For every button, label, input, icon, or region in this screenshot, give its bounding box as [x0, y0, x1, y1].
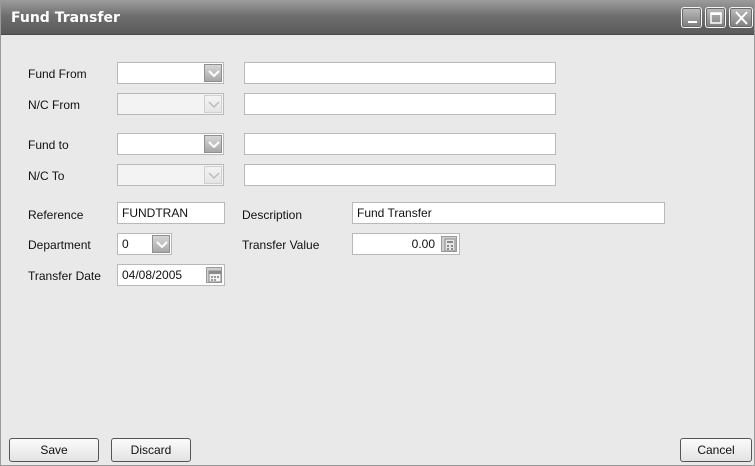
minimize-button[interactable]: [681, 7, 702, 28]
save-button[interactable]: Save: [9, 438, 99, 462]
description-label: Description: [242, 208, 303, 222]
transfer-date-field[interactable]: 04/08/2005: [117, 264, 225, 286]
chevron-down-icon: [208, 172, 220, 180]
nc-from-dropdown-button[interactable]: [204, 95, 222, 113]
title-bar[interactable]: Fund Transfer: [1, 1, 754, 35]
transfer-date-value: 04/08/2005: [122, 268, 183, 282]
reference-label: Reference: [28, 208, 84, 222]
calculator-icon: [444, 238, 456, 252]
close-icon: [735, 11, 748, 25]
discard-button[interactable]: Discard: [111, 438, 191, 462]
department-select[interactable]: 0: [117, 233, 172, 255]
minimize-icon: [688, 21, 697, 23]
reference-field[interactable]: FUNDTRAN: [117, 202, 225, 224]
fund-to-dropdown-button[interactable]: [204, 135, 222, 153]
fund-to-description-field[interactable]: [244, 133, 556, 155]
nc-to-label: N/C To: [28, 169, 65, 183]
nc-from-description-field[interactable]: [244, 93, 556, 115]
nc-to-dropdown-button[interactable]: [204, 166, 222, 184]
nc-to-description-field[interactable]: [244, 164, 556, 186]
fund-from-label: Fund From: [28, 67, 87, 81]
fund-from-dropdown-button[interactable]: [204, 64, 222, 82]
fund-from-select[interactable]: [117, 62, 224, 84]
fund-from-description-field[interactable]: [244, 62, 556, 84]
chevron-down-icon: [208, 141, 220, 149]
transfer-value-value: 0.00: [411, 237, 435, 251]
calendar-button[interactable]: [206, 267, 222, 283]
nc-to-select[interactable]: [117, 164, 224, 186]
close-button[interactable]: [729, 7, 753, 28]
chevron-down-icon: [208, 101, 220, 109]
nc-from-label: N/C From: [28, 98, 80, 112]
department-label: Department: [28, 238, 91, 252]
reference-value: FUNDTRAN: [122, 206, 188, 220]
calendar-icon: [208, 270, 222, 283]
description-field[interactable]: Fund Transfer: [352, 202, 665, 224]
transfer-value-label: Transfer Value: [242, 238, 320, 252]
cancel-button[interactable]: Cancel: [680, 438, 752, 462]
maximize-icon: [710, 12, 722, 24]
description-value: Fund Transfer: [357, 206, 432, 220]
chevron-down-icon: [156, 241, 168, 249]
maximize-button[interactable]: [705, 7, 726, 28]
fund-transfer-window: Fund Transfer Fund From N/C From Fund to…: [0, 0, 755, 466]
transfer-date-label: Transfer Date: [28, 269, 101, 283]
transfer-value-field[interactable]: 0.00: [352, 233, 460, 255]
window-title: Fund Transfer: [11, 10, 120, 26]
fund-to-label: Fund to: [28, 138, 69, 152]
calculator-button[interactable]: [441, 236, 457, 252]
chevron-down-icon: [208, 70, 220, 78]
nc-from-select[interactable]: [117, 93, 224, 115]
department-value: 0: [122, 237, 129, 251]
fund-to-select[interactable]: [117, 133, 224, 155]
department-dropdown-button[interactable]: [152, 235, 170, 253]
